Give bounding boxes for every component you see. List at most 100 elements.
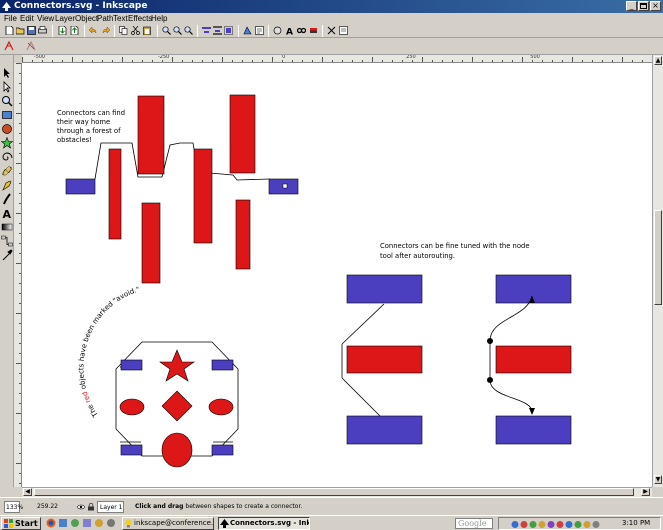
quicklaunch-app-icon[interactable]	[70, 518, 80, 528]
gradient-tool-icon[interactable]	[1, 221, 13, 233]
zoom-page-icon[interactable]	[184, 26, 193, 35]
copy-icon[interactable]	[119, 26, 128, 35]
redo-icon[interactable]	[101, 26, 110, 35]
menu-layer[interactable]: Layer	[55, 13, 75, 24]
avoid-circle[interactable]	[161, 432, 193, 468]
avoid-diamond[interactable]	[161, 390, 193, 422]
align-icon[interactable]	[202, 26, 211, 35]
selector-tool-icon[interactable]	[1, 67, 13, 79]
menu-help[interactable]: Help	[151, 13, 167, 24]
selection-handle[interactable]	[282, 183, 288, 189]
node-tool-icon[interactable]	[1, 81, 13, 93]
menu-edit[interactable]: Edit	[20, 13, 34, 24]
xml-editor-icon[interactable]	[297, 26, 306, 35]
distribute-icon[interactable]	[213, 26, 222, 35]
avoid-ellipse[interactable]	[119, 398, 145, 416]
connector-avoid-icon[interactable]	[4, 41, 14, 51]
calligraphy-tool-icon[interactable]	[1, 193, 13, 205]
fill-stroke-icon[interactable]	[243, 26, 252, 35]
text-tool-icon[interactable]: A	[1, 207, 13, 219]
connector-ignore-icon[interactable]	[26, 41, 36, 51]
vertical-scroll-thumb[interactable]	[654, 210, 662, 305]
menu-text[interactable]: Text	[113, 13, 128, 24]
avoid-endpoint-box[interactable]	[211, 444, 234, 456]
quicklaunch-app-icon[interactable]	[94, 518, 104, 528]
spiral-tool-icon[interactable]	[1, 151, 13, 163]
fine-tune-box[interactable]	[495, 274, 572, 304]
undo-icon[interactable]	[89, 26, 98, 35]
menu-effects[interactable]: Effects	[128, 13, 152, 24]
menu-path[interactable]: Path	[97, 13, 113, 24]
connector-tool-icon[interactable]	[1, 235, 13, 247]
drawing-canvas[interactable]: Connectors can find their way home throu…	[22, 63, 652, 487]
google-search-box[interactable]: Google	[455, 518, 493, 529]
scroll-left-arrow-icon[interactable]: ◀	[23, 488, 32, 496]
menu-view[interactable]: View	[37, 13, 54, 24]
obstacle-rect[interactable]	[108, 148, 122, 240]
avoid-endpoint-box[interactable]	[120, 444, 143, 456]
print-icon[interactable]	[38, 26, 47, 35]
layer-selector[interactable]: Layer 1	[97, 501, 124, 513]
zoom-tool-icon[interactable]	[1, 95, 13, 107]
scroll-down-arrow-icon[interactable]: ▼	[654, 475, 662, 484]
rectangle-tool-icon[interactable]	[1, 109, 13, 121]
close-button[interactable]: ×	[650, 1, 661, 11]
connector-node[interactable]	[487, 377, 493, 383]
paste-icon[interactable]	[143, 26, 152, 35]
connector-node[interactable]	[487, 338, 493, 344]
save-icon[interactable]	[27, 26, 36, 35]
star-tool-icon[interactable]	[1, 137, 13, 149]
scroll-right-arrow-icon[interactable]: ▶	[641, 488, 650, 496]
zoom-selection-icon[interactable]	[162, 26, 171, 35]
drawing-svg[interactable]: Connectors can find their way home throu…	[22, 63, 652, 487]
obstacle-rect[interactable]	[137, 95, 165, 175]
quicklaunch-firefox-icon[interactable]	[46, 518, 56, 528]
horizontal-scroll-thumb[interactable]	[34, 488, 634, 496]
avoid-endpoint-box[interactable]	[120, 359, 143, 371]
export-icon[interactable]	[70, 26, 79, 35]
fine-tune-box[interactable]	[346, 345, 423, 374]
maximize-button[interactable]	[638, 1, 649, 11]
pencil-tool-icon[interactable]	[1, 165, 13, 177]
fine-tune-box[interactable]	[495, 345, 572, 374]
pen-tool-icon[interactable]	[1, 179, 13, 191]
transform-icon[interactable]	[273, 26, 282, 35]
menu-file[interactable]: File	[4, 13, 17, 24]
fine-tune-box[interactable]	[346, 274, 423, 304]
taskbar-button-chat[interactable]: inkscape@conference.gr...	[122, 517, 214, 530]
obstacle-rect[interactable]	[229, 94, 256, 174]
quicklaunch-app-icon[interactable]	[82, 518, 92, 528]
preferences-icon[interactable]	[327, 26, 336, 35]
scroll-up-arrow-icon[interactable]: ▲	[654, 56, 662, 65]
fine-tune-box[interactable]	[495, 415, 572, 445]
dropper-tool-icon[interactable]	[1, 249, 13, 261]
zoom-drawing-icon[interactable]	[173, 26, 182, 35]
horizontal-scrollbar[interactable]: ◀ ▶	[22, 487, 652, 497]
quicklaunch-app-icon[interactable]	[58, 518, 68, 528]
obstacle-rect[interactable]	[193, 148, 213, 244]
ellipse-tool-icon[interactable]	[1, 123, 13, 135]
group-icon[interactable]	[224, 26, 233, 35]
swatches-icon[interactable]	[309, 26, 318, 35]
start-button[interactable]: Start	[1, 517, 41, 530]
avoid-endpoint-box[interactable]	[211, 359, 234, 371]
obstacle-rect[interactable]	[141, 202, 161, 284]
quicklaunch-app-icon[interactable]	[106, 518, 116, 528]
text-font-icon[interactable]: A	[285, 26, 294, 36]
minimize-button[interactable]: _	[626, 1, 637, 11]
menu-object[interactable]: Object	[75, 13, 98, 24]
vertical-scrollbar[interactable]: ▲ ▼	[652, 55, 663, 487]
open-folder-icon[interactable]	[16, 26, 25, 35]
new-document-icon[interactable]	[5, 26, 14, 35]
connector-endpoint-box[interactable]	[65, 178, 96, 195]
document-properties-icon[interactable]	[339, 26, 348, 35]
zoom-field[interactable]: 133%	[4, 501, 23, 513]
import-icon[interactable]	[58, 26, 67, 35]
cut-icon[interactable]	[131, 26, 140, 35]
avoid-ellipse[interactable]	[208, 398, 234, 416]
taskbar-button-inkscape[interactable]: Connectors.svg - Inks...	[218, 517, 310, 530]
tray-icons[interactable]	[511, 520, 601, 529]
fine-tune-box[interactable]	[346, 415, 423, 445]
obstacle-rect[interactable]	[235, 199, 251, 270]
avoid-star[interactable]	[159, 349, 195, 382]
